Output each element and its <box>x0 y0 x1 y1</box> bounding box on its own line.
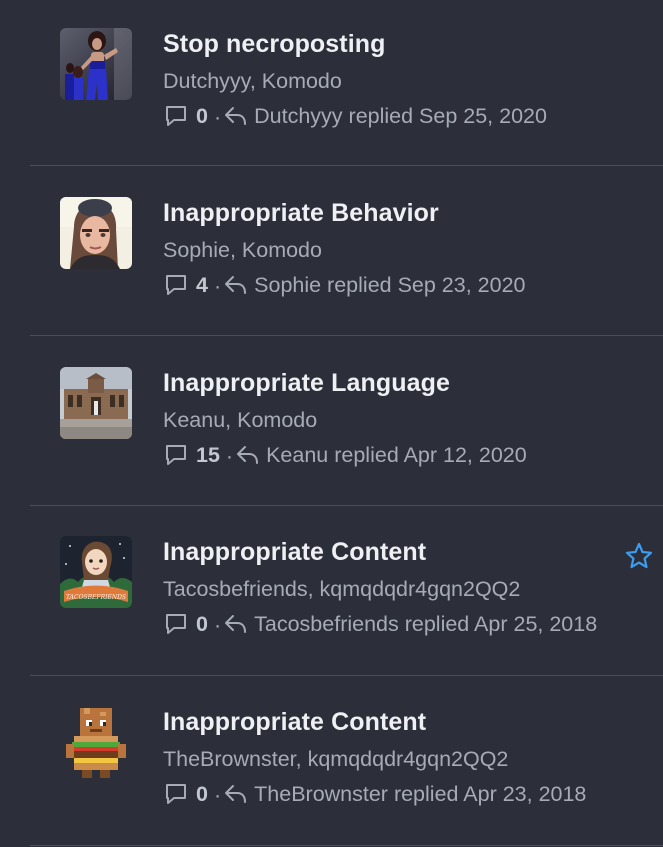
last-reply-info[interactable]: TheBrownster replied Apr 23, 2018 <box>254 782 586 807</box>
building-avatar-image <box>60 367 132 439</box>
meta-separator: · <box>225 443 234 468</box>
star-icon[interactable] <box>624 541 654 571</box>
blocky-avatar-image <box>60 706 132 778</box>
thread-participants[interactable]: TheBrownster, kqmqdqdr4gqn2QQ2 <box>163 747 508 772</box>
thread-item[interactable]: Inappropriate Content TheBrownster, kqmq… <box>0 678 663 847</box>
reply-count: 15 <box>196 442 220 467</box>
last-reply-info[interactable]: Sophie replied Sep 23, 2020 <box>254 273 525 298</box>
meta-separator: · <box>213 782 222 807</box>
speech-bubble-icon <box>163 103 189 129</box>
reply-arrow-icon <box>222 103 248 129</box>
last-reply-info[interactable]: Keanu replied Apr 12, 2020 <box>266 443 527 468</box>
speech-bubble-icon <box>163 272 189 298</box>
thread-item[interactable]: Inappropriate Behavior Sophie, Komodo 4 … <box>0 169 663 338</box>
thread-meta: 15 · Keanu replied Apr 12, 2020 <box>163 441 527 469</box>
meta-separator: · <box>213 104 222 129</box>
reply-count: 0 <box>196 611 208 636</box>
thread-participants[interactable]: Keanu, Komodo <box>163 408 317 433</box>
divider <box>30 845 663 846</box>
divider <box>30 335 663 336</box>
selfie-avatar-image <box>60 197 132 269</box>
thread-item[interactable]: TACOSBEFRIENDS Inappropriate Content Tac… <box>0 508 663 677</box>
thread-meta: 0 · Tacosbefriends replied Apr 25, 2018 <box>163 610 597 638</box>
divider <box>30 505 663 506</box>
thread-title[interactable]: Inappropriate Behavior <box>163 199 439 228</box>
avatar[interactable] <box>60 197 132 269</box>
meta-separator: · <box>213 273 222 298</box>
reply-arrow-icon <box>222 272 248 298</box>
reply-count: 0 <box>196 781 208 806</box>
cartoon-avatar-image: TACOSBEFRIENDS <box>60 536 132 608</box>
thread-title[interactable]: Inappropriate Language <box>163 369 450 398</box>
performer-avatar-image <box>60 28 132 100</box>
avatar[interactable] <box>60 28 132 100</box>
reply-arrow-icon <box>222 611 248 637</box>
avatar[interactable] <box>60 706 132 778</box>
avatar[interactable] <box>60 367 132 439</box>
divider <box>30 165 663 166</box>
thread-meta: 4 · Sophie replied Sep 23, 2020 <box>163 271 526 299</box>
speech-bubble-icon <box>163 442 189 468</box>
thread-meta: 0 · TheBrownster replied Apr 23, 2018 <box>163 780 586 808</box>
thread-list: Stop necroposting Dutchyyy, Komodo 0 · D… <box>0 0 663 847</box>
last-reply-info[interactable]: Tacosbefriends replied Apr 25, 2018 <box>254 612 597 637</box>
thread-meta: 0 · Dutchyyy replied Sep 25, 2020 <box>163 102 547 130</box>
thread-item[interactable]: Stop necroposting Dutchyyy, Komodo 0 · D… <box>0 0 663 169</box>
avatar[interactable]: TACOSBEFRIENDS <box>60 536 132 608</box>
divider <box>30 675 663 676</box>
reply-arrow-icon <box>234 442 260 468</box>
thread-item[interactable]: Inappropriate Language Keanu, Komodo 15 … <box>0 339 663 508</box>
speech-bubble-icon <box>163 611 189 637</box>
thread-title[interactable]: Inappropriate Content <box>163 708 426 737</box>
reply-arrow-icon <box>222 781 248 807</box>
speech-bubble-icon <box>163 781 189 807</box>
thread-participants[interactable]: Dutchyyy, Komodo <box>163 69 342 94</box>
thread-participants[interactable]: Tacosbefriends, kqmqdqdr4gqn2QQ2 <box>163 577 520 602</box>
thread-title[interactable]: Stop necroposting <box>163 30 386 59</box>
meta-separator: · <box>213 612 222 637</box>
thread-participants[interactable]: Sophie, Komodo <box>163 238 322 263</box>
last-reply-info[interactable]: Dutchyyy replied Sep 25, 2020 <box>254 104 547 129</box>
reply-count: 4 <box>196 272 208 297</box>
avatar-banner-text: TACOSBEFRIENDS <box>66 594 126 601</box>
reply-count: 0 <box>196 103 208 128</box>
thread-title[interactable]: Inappropriate Content <box>163 538 426 567</box>
